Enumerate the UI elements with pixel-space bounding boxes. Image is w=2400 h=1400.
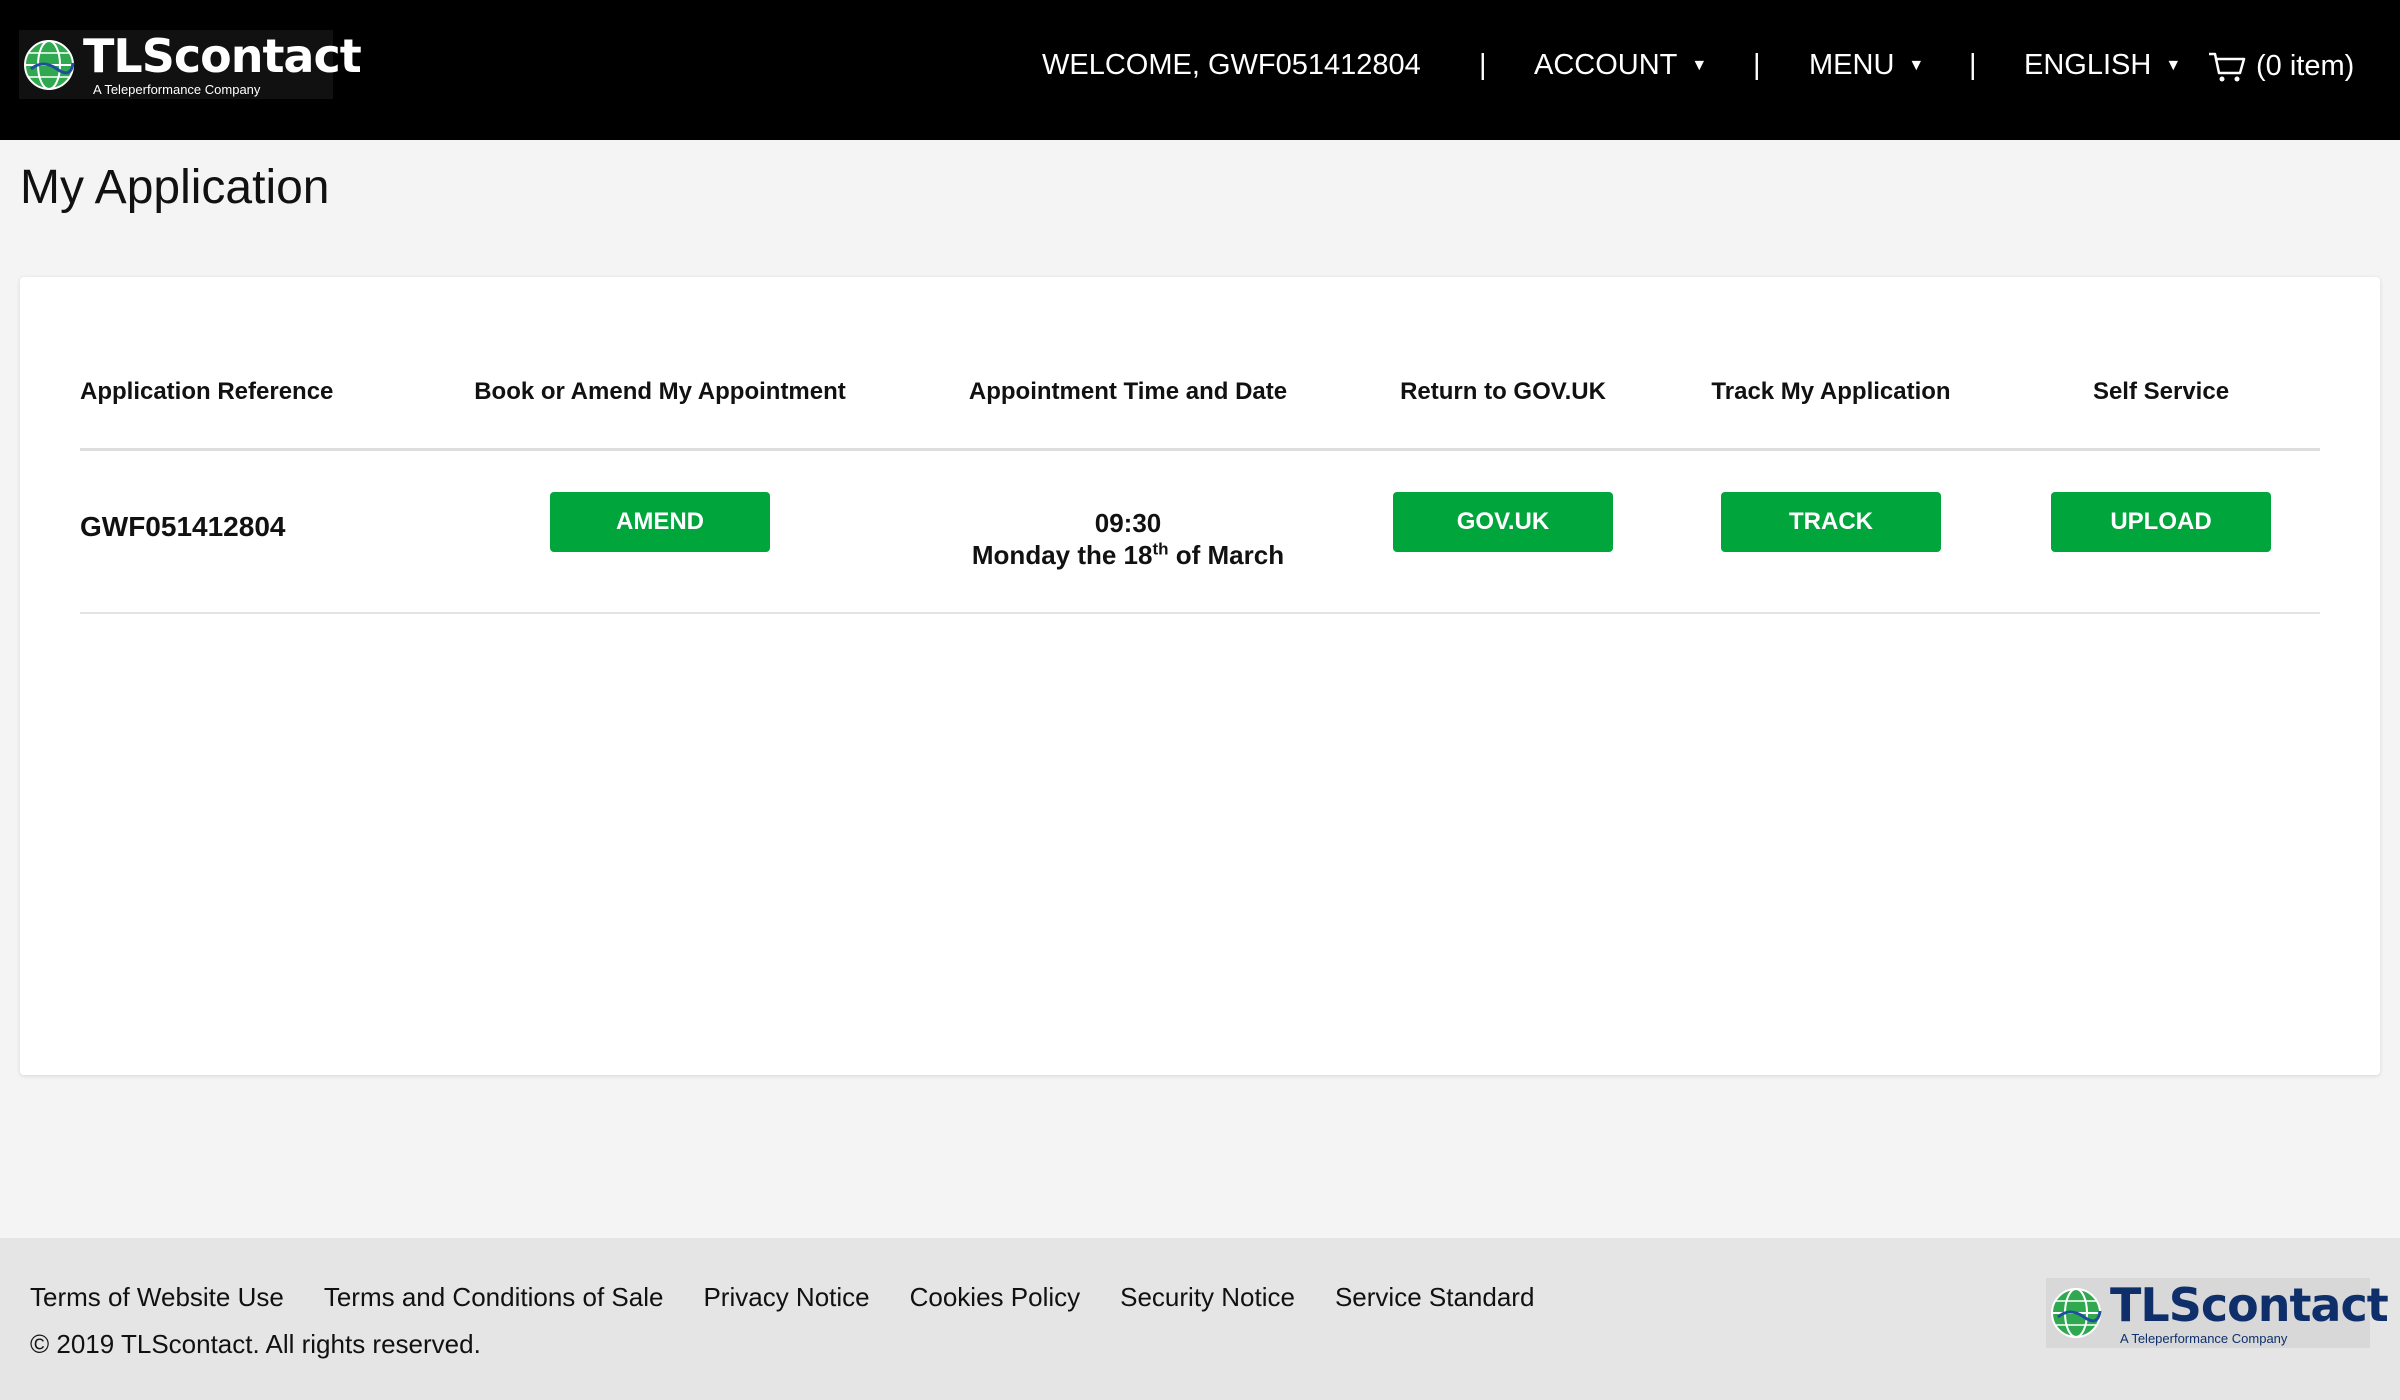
welcome-text: WELCOME, GWF051412804 [1042, 49, 1421, 81]
tlscontact-logo[interactable]: TLScontact A Teleperformance Company [19, 30, 362, 99]
account-label: ACCOUNT [1534, 49, 1678, 81]
appointment-date-ordinal: th [1152, 539, 1169, 559]
footer-link-terms-and-conditions-of-sale[interactable]: Terms and Conditions of Sale [324, 1282, 664, 1313]
footer-logo-name: TLScontact [2110, 1277, 2389, 1332]
nav-separator: | [1753, 49, 1761, 81]
footer-logo-tagline: A Teleperformance Company [2120, 1330, 2288, 1346]
shopping-cart-icon [2209, 52, 2246, 81]
footer: Terms of Website Use Terms and Condition… [0, 1238, 2400, 1400]
appointment-time-date: 09:30 Monday the 18th of March [972, 507, 1284, 571]
footer-link-security-notice[interactable]: Security Notice [1120, 1282, 1295, 1313]
caret-down-icon: ▼ [1908, 57, 1925, 74]
upload-button[interactable]: UPLOAD [2051, 492, 2271, 552]
cart-count: (0 item) [2256, 50, 2355, 82]
appointment-date-day: Monday the 18 [971, 540, 1153, 570]
main-menu[interactable]: MENU ▼ [1809, 48, 1924, 83]
nav-separator: | [1479, 49, 1487, 81]
application-reference-value: GWF051412804 [80, 511, 286, 542]
copyright-text: © 2019 TLScontact. All rights reserved. [30, 1329, 481, 1359]
footer-link-service-standard[interactable]: Service Standard [1335, 1282, 1534, 1313]
table-row-divider [80, 612, 2320, 614]
globe-icon [24, 39, 75, 90]
appointment-time: 09:30 [1094, 508, 1162, 538]
footer-link-terms-of-website-use[interactable]: Terms of Website Use [30, 1282, 284, 1313]
footer-links: Terms of Website Use Terms and Condition… [30, 1282, 1574, 1313]
caret-down-icon: ▼ [2165, 57, 2182, 74]
menu-label: MENU [1809, 49, 1895, 81]
header-book-or-amend: Book or Amend My Appointment [474, 378, 846, 405]
account-menu[interactable]: ACCOUNT ▼ [1534, 48, 1707, 83]
caret-down-icon: ▼ [1691, 57, 1708, 74]
logo-tagline: A Teleperformance Company [93, 82, 261, 97]
header-application-reference: Application Reference [80, 378, 334, 405]
globe-icon [2051, 1288, 2102, 1338]
logo-name: TLScontact [83, 29, 362, 83]
govuk-button[interactable]: GOV.UK [1393, 492, 1613, 552]
appointment-date: Monday the 18th of March [972, 539, 1284, 571]
language-selector[interactable]: ENGLISH ▼ [2024, 48, 2181, 83]
cart-link[interactable]: (0 item) [2208, 50, 2354, 83]
nav-separator: | [1969, 49, 1977, 81]
appointment-date-month: of March [1168, 540, 1285, 570]
footer-link-cookies-policy[interactable]: Cookies Policy [910, 1282, 1081, 1313]
footer-link-privacy-notice[interactable]: Privacy Notice [703, 1282, 869, 1313]
page-title: My Application [20, 161, 330, 214]
footer-tlscontact-logo: TLScontact A Teleperformance Company [2046, 1278, 2389, 1348]
header-return-to-govuk: Return to GOV.UK [1400, 378, 1606, 405]
table-header-divider [80, 448, 2320, 451]
header-track-my-application: Track My Application [1711, 378, 1951, 405]
language-label: ENGLISH [2024, 49, 2152, 81]
header-self-service: Self Service [2092, 378, 2230, 405]
track-button[interactable]: TRACK [1721, 492, 1941, 552]
amend-button[interactable]: AMEND [550, 492, 770, 552]
top-header: TLScontact A Teleperformance Company WEL… [0, 0, 2400, 140]
header-appointment-time-date: Appointment Time and Date [968, 378, 1288, 405]
